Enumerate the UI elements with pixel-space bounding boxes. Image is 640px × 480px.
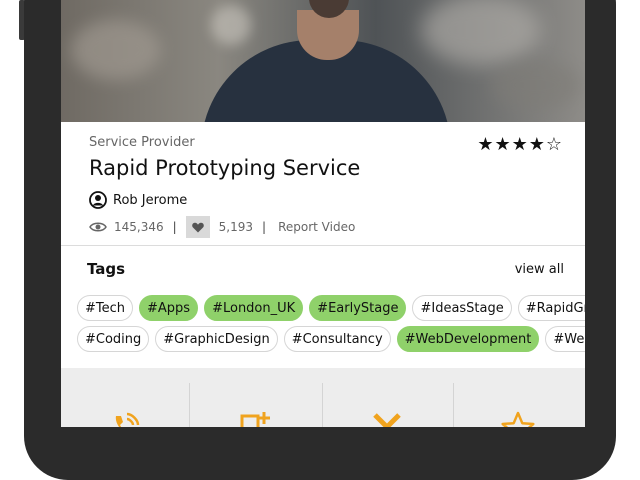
app-screen: Service Provider Rapid Prototyping Servi… xyxy=(61,0,585,427)
tag-chip[interactable]: #WebDevelopment xyxy=(396,326,540,352)
tag-chip[interactable]: #IdeasStage xyxy=(412,295,512,321)
tag-chip[interactable]: #Consultancy xyxy=(283,326,391,352)
close-icon xyxy=(373,413,401,427)
author-row[interactable]: Rob Jerome xyxy=(89,190,187,210)
tag-chip[interactable]: #RapidGrowth xyxy=(517,295,585,321)
heart-icon xyxy=(191,222,204,232)
rating-stars[interactable]: ★★★★☆ xyxy=(477,134,563,155)
call-button[interactable] xyxy=(61,383,189,427)
tag-row: #Tech #Apps #London_UK #EarlyStage #IdeasSta… xyxy=(77,295,585,321)
tag-chip[interactable]: #Coding xyxy=(77,326,150,352)
tag-row: #Coding #GraphicDesign #Consultancy #WebDev… xyxy=(77,326,585,352)
tag-chip[interactable]: #Tech xyxy=(77,295,134,321)
tags-heading: Tags xyxy=(87,260,126,278)
listing-title: Rapid Prototyping Service xyxy=(89,156,361,180)
author-name: Rob Jerome xyxy=(113,192,188,208)
tag-chip[interactable]: #Websites xyxy=(545,326,585,352)
stats-row: 145,346 | 5,193 | Report Video xyxy=(89,216,355,238)
favorite-button[interactable] xyxy=(453,383,582,427)
tags-section: Tags view all #Tech #Apps #London_UK #Early… xyxy=(61,246,585,368)
tag-chip[interactable]: #London_UK xyxy=(204,295,304,321)
star-icon xyxy=(501,411,535,427)
user-icon xyxy=(89,191,107,209)
view-count: 145,346 xyxy=(114,220,164,234)
phone-call-icon xyxy=(115,412,140,427)
dismiss-button[interactable] xyxy=(322,383,451,427)
listing-info: Service Provider Rapid Prototyping Servi… xyxy=(61,122,585,245)
tag-chip[interactable]: #Apps xyxy=(139,295,199,321)
video-thumbnail[interactable] xyxy=(61,0,585,122)
phone-mockup: Service Provider Rapid Prototyping Servi… xyxy=(0,0,640,480)
report-video-link[interactable]: Report Video xyxy=(278,220,355,234)
action-bar xyxy=(61,368,585,427)
stats-separator: | xyxy=(262,220,267,234)
listing-category: Service Provider xyxy=(89,135,195,150)
view-all-tags-link[interactable]: view all xyxy=(515,262,564,277)
tag-chip[interactable]: #GraphicDesign xyxy=(155,326,278,352)
add-document-icon xyxy=(240,412,270,427)
eye-icon xyxy=(89,222,107,232)
add-document-button[interactable] xyxy=(189,383,318,427)
like-button[interactable] xyxy=(185,216,210,238)
tag-chip[interactable]: #EarlyStage xyxy=(309,295,407,321)
stats-separator: | xyxy=(172,220,177,234)
like-count: 5,193 xyxy=(218,220,254,234)
